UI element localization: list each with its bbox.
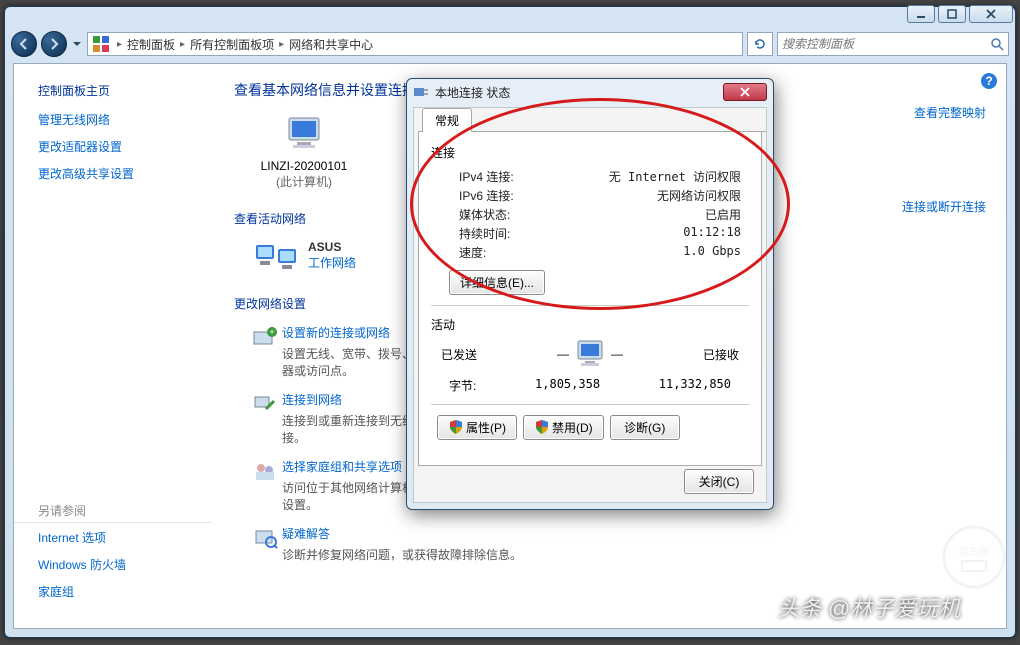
dialog-title: 本地连接 状态: [435, 84, 510, 101]
control-panel-icon: [92, 35, 110, 53]
link-full-map[interactable]: 查看完整映射: [914, 104, 986, 121]
computer-sub: (此计算机): [234, 173, 374, 190]
adapter-icon: [413, 84, 429, 100]
see-also-homegroup[interactable]: 家庭组: [38, 583, 126, 600]
bytes-label: 字节:: [449, 377, 476, 394]
group-connection: 连接: [431, 144, 749, 161]
nav-toolbar: ▸ 控制面板 ▸ 所有控制面板项 ▸ 网络和共享中心: [11, 29, 1009, 59]
window-titlebar[interactable]: [5, 7, 1015, 27]
diagnose-button[interactable]: 诊断(G): [610, 415, 680, 440]
svg-text:?: ?: [985, 74, 992, 88]
task2-title[interactable]: 连接到网络: [282, 393, 342, 407]
close-button[interactable]: [969, 5, 1013, 23]
duration-label: 持续时间:: [459, 225, 510, 242]
refresh-button[interactable]: [747, 32, 773, 56]
dialog-titlebar[interactable]: 本地连接 状态: [407, 79, 773, 105]
group-activity: 活动: [431, 316, 749, 333]
minimize-button[interactable]: [907, 5, 935, 23]
recv-label: 已接收: [703, 346, 739, 363]
address-bar[interactable]: ▸ 控制面板 ▸ 所有控制面板项 ▸ 网络和共享中心: [87, 32, 743, 56]
maximize-button[interactable]: [938, 5, 966, 23]
left-sidebar: 控制面板主页 管理无线网络 更改适配器设置 更改高级共享设置 另请参阅 Inte…: [14, 64, 212, 628]
see-also-internet[interactable]: Internet 选项: [38, 529, 126, 546]
link-connect-disconnect[interactable]: 连接或断开连接: [902, 198, 986, 215]
activity-computer-icon: [573, 339, 607, 369]
properties-button[interactable]: 属性(P): [437, 415, 517, 440]
task1-title[interactable]: 设置新的连接或网络: [282, 326, 390, 340]
computer-icon: [283, 114, 325, 152]
svg-text:+: +: [269, 327, 274, 337]
sent-label: 已发送: [441, 346, 477, 363]
see-also-firewall[interactable]: Windows 防火墙: [38, 556, 126, 573]
ipv6-label: IPv6 连接:: [459, 187, 514, 204]
crumb-leaf[interactable]: 网络和共享中心: [287, 36, 375, 53]
task3-title[interactable]: 选择家庭组和共享选项: [282, 460, 402, 474]
see-also-title: 另请参阅: [38, 502, 126, 519]
close-button-dlg[interactable]: 关闭(C): [684, 469, 754, 494]
forward-button[interactable]: [41, 31, 67, 57]
dialog-close-button[interactable]: [723, 83, 767, 101]
speed-label: 速度:: [459, 244, 486, 261]
shield-icon: [448, 419, 464, 435]
new-connection-icon: +: [252, 324, 278, 350]
shield-icon: [534, 419, 550, 435]
help-icon[interactable]: ?: [980, 72, 998, 90]
sidebar-link-adapter[interactable]: 更改适配器设置: [38, 138, 202, 155]
troubleshoot-icon: [252, 525, 278, 551]
sidebar-link-sharing[interactable]: 更改高级共享设置: [38, 165, 202, 182]
network-type[interactable]: 工作网络: [308, 254, 356, 271]
sidebar-home[interactable]: 控制面板主页: [38, 82, 202, 99]
search-icon: [990, 37, 1004, 51]
media-label: 媒体状态:: [459, 206, 510, 223]
dialog-body: 常规 连接 IPv4 连接: 无 Internet 访问权限 IPv6 连接: 无网…: [413, 107, 767, 503]
crumb-root[interactable]: 控制面板: [125, 36, 177, 53]
task4-title[interactable]: 疑难解答: [282, 527, 330, 541]
status-dialog: 本地连接 状态 常规 连接 IPv4 连接: 无 Internet 访问权限 IP…: [406, 78, 774, 510]
task-troubleshoot: 疑难解答 诊断并修复网络问题，或获得故障排除信息。: [252, 525, 986, 563]
search-input[interactable]: [782, 37, 990, 51]
nav-history-dropdown[interactable]: [71, 32, 83, 56]
duration-value: 01:12:18: [683, 225, 741, 242]
computer-name: LINZI-20200101: [234, 159, 374, 173]
bytes-sent: 1,805,358: [535, 377, 600, 394]
network-name: ASUS: [308, 240, 356, 254]
disable-button[interactable]: 禁用(D): [523, 415, 604, 440]
sidebar-link-wireless[interactable]: 管理无线网络: [38, 111, 202, 128]
speed-value: 1.0 Gbps: [683, 244, 741, 261]
back-button[interactable]: [11, 31, 37, 57]
bytes-recv: 11,332,850: [659, 377, 731, 394]
details-button[interactable]: 详细信息(E)...: [449, 270, 545, 295]
crumb-mid[interactable]: 所有控制面板项: [188, 36, 276, 53]
search-box[interactable]: [777, 32, 1009, 56]
homegroup-icon: [252, 458, 278, 484]
tab-general[interactable]: 常规: [422, 108, 472, 132]
network-icon: [254, 235, 298, 275]
ipv4-value: 无 Internet 访问权限: [609, 168, 741, 185]
media-value: 已启用: [705, 206, 741, 223]
ipv6-value: 无网络访问权限: [657, 187, 741, 204]
connect-icon: [252, 391, 278, 417]
ipv4-label: IPv4 连接:: [459, 168, 514, 185]
task4-desc: 诊断并修复网络问题，或获得故障排除信息。: [282, 546, 522, 563]
